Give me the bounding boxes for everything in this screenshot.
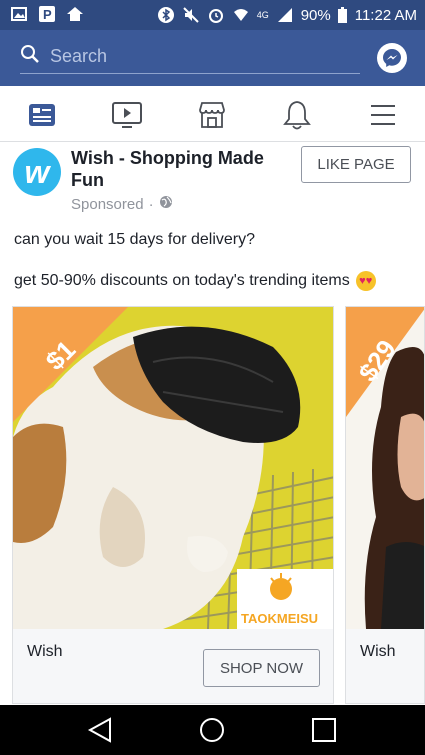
sponsored-label: Sponsored · <box>71 195 173 213</box>
video-icon[interactable] <box>112 100 142 130</box>
battery-icon <box>338 6 348 24</box>
post-text-line2-text: get 50-90% discounts on today's trending… <box>14 272 350 289</box>
gallery-icon <box>10 5 28 23</box>
top-bar <box>0 30 425 86</box>
battery-percent: 90% <box>300 6 331 24</box>
news-feed-icon[interactable] <box>27 100 57 130</box>
product-image[interactable]: $29 <box>346 307 424 629</box>
watermark-text: TAOKMEISU <box>241 611 318 626</box>
notifications-icon[interactable] <box>282 100 312 130</box>
clock: 11:22 AM <box>354 6 417 24</box>
home-icon <box>66 5 84 23</box>
signal-icon <box>276 6 294 24</box>
mute-icon <box>182 6 200 24</box>
menu-icon[interactable] <box>368 100 398 130</box>
page-avatar[interactable]: w <box>13 148 61 196</box>
marketplace-icon[interactable] <box>197 100 227 130</box>
search-field[interactable] <box>20 40 360 74</box>
post-text-line2: get 50-90% discounts on today's trending… <box>14 271 376 291</box>
nav-bar <box>0 86 425 142</box>
wish-logo-letter: w <box>24 153 50 190</box>
home-button-icon[interactable] <box>199 717 225 743</box>
card-footer: Wish <box>346 629 424 703</box>
page-name[interactable]: Wish - Shopping Made Fun <box>71 147 291 191</box>
search-input[interactable] <box>50 46 340 67</box>
network-label: 4G <box>256 10 269 20</box>
status-bar: P 4G 90% 11:22 AM <box>0 0 425 30</box>
search-icon <box>20 44 40 69</box>
svg-text:P: P <box>43 7 52 22</box>
alarm-icon <box>207 6 225 24</box>
post-text-line1: can you wait 15 days for delivery? <box>14 231 256 248</box>
wifi-icon <box>232 6 250 24</box>
carousel-card[interactable]: $1 TAOKMEISU Wish SHOP NOW <box>12 306 334 704</box>
card-footer: Wish SHOP NOW <box>13 629 333 703</box>
like-page-button[interactable]: LIKE PAGE <box>301 146 411 183</box>
heart-eyes-emoji-icon: ♥♥ <box>355 271 376 291</box>
recents-icon[interactable] <box>311 717 337 743</box>
card-title: Wish <box>27 643 63 660</box>
bluetooth-icon <box>157 6 175 24</box>
carousel-card[interactable]: $29 Wish <box>345 306 425 704</box>
messenger-icon[interactable] <box>377 43 407 73</box>
product-image[interactable]: $1 TAOKMEISU <box>13 307 333 629</box>
shop-now-button[interactable]: SHOP NOW <box>203 649 320 687</box>
sponsored-text: Sponsored <box>71 195 144 213</box>
card-title: Wish <box>360 643 396 660</box>
globe-icon <box>159 195 173 213</box>
parking-icon: P <box>38 5 56 23</box>
system-nav-bar <box>0 705 425 755</box>
back-icon[interactable] <box>87 717 113 743</box>
